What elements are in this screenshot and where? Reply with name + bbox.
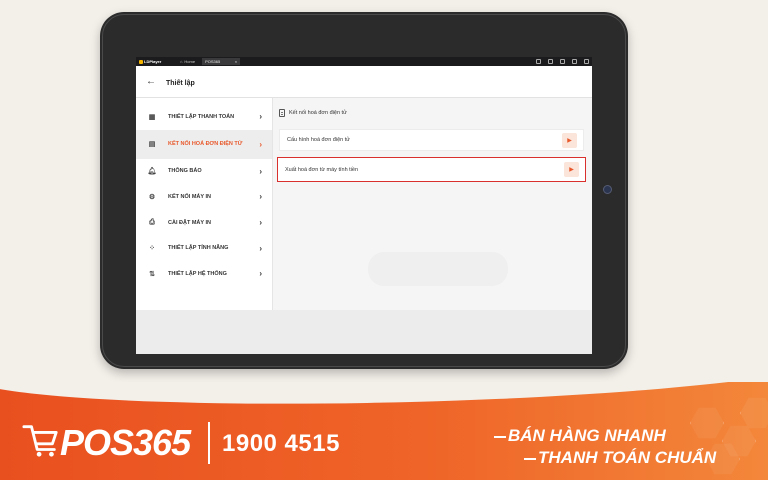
sidebar-item-printer-settings[interactable]: ⎙ CÀI ĐẶT MÁY IN › [136,210,272,236]
brand-logo: POS365 [60,422,191,463]
sidebar-item-printer-connect[interactable]: ⚙ KẾT NỐI MÁY IN › [136,184,272,210]
close-window-icon[interactable] [584,59,589,64]
grid-icon: ▦ [148,113,156,121]
window-icon[interactable] [548,59,553,64]
chevron-right-icon: › [259,192,262,202]
sidebar-item-label: KẾT NỐI HOÁ ĐƠN ĐIỆN TỬ [168,141,243,148]
row-label: Xuất hoá đơn từ máy tính tiền [285,166,359,173]
page-title: Thiết lập [166,80,195,87]
chevron-right-icon: › [259,218,262,228]
section-title: Kết nối hoá đơn điện tử [289,110,347,116]
sidebar-item-label: THIẾT LẬP HỆ THỐNG [168,270,227,277]
sidebar-item-label: CÀI ĐẶT MÁY IN [168,219,211,226]
export-invoice-row[interactable]: Xuất hoá đơn từ máy tính tiền ▶ [277,157,586,182]
bell-icon: 🔔︎ [147,168,157,176]
loading-placeholder [368,252,508,286]
document-icon [279,109,285,117]
sidebar-item-label: KẾT NỐI MÁY IN [168,193,211,200]
emulator-tab-label: POS365 [205,59,221,64]
document-icon: ▤ [148,141,156,149]
divider [208,422,210,464]
sidebar-item-notifications[interactable]: 🔔︎ THÔNG BÁO › [136,159,272,185]
hotline: 1900 4515 [222,430,340,457]
app-body: ▦ THIẾT LẬP THANH TOÁN › ▤ KẾT NỐI HOÁ Đ… [136,98,592,310]
home-icon: ⌂ [180,59,183,64]
arrow-left-icon[interactable]: ← [146,76,160,87]
chevron-right-icon: › [259,166,262,176]
close-icon[interactable]: × [235,59,237,64]
gear-icon: ⚙ [148,193,156,201]
promo-banner: POS365 1900 4515 BÁN HÀNG NHANH THANH TO… [0,382,768,480]
minimize-icon[interactable] [560,59,565,64]
emulator-tab-home[interactable]: ⌂ Home [177,58,198,65]
sidebar-item-label: THIẾT LẬP TÍNH NĂNG [168,245,229,252]
section-header: Kết nối hoá đơn điện tử [279,108,584,118]
sidebar-item-payment[interactable]: ▦ THIẾT LẬP THANH TOÁN › [136,104,272,130]
sliders-icon: ⇅ [149,270,155,278]
emulator-name: LDPlayer [144,59,162,64]
features-icon: ⁘ [149,245,155,253]
emulator-logo: LDPlayer [139,59,173,64]
menu-icon[interactable] [536,59,541,64]
settings-sidebar: ▦ THIẾT LẬP THANH TOÁN › ▤ KẾT NỐI HOÁ Đ… [136,98,273,310]
chevron-right-icon: › [259,139,262,149]
emulator-tab-label: Home [184,59,196,64]
slogan-line-2: THANH TOÁN CHUẨN [538,448,717,467]
app-screen: LDPlayer ⌂ Home POS365 × ← Thiết lập ▦ T… [136,57,592,354]
camera-icon [603,185,612,194]
slogan-line-1: BÁN HÀNG NHANH [508,426,666,445]
row-label: Cấu hình hoá đơn điện tử [287,137,350,143]
sidebar-item-features[interactable]: ⁘ THIẾT LẬP TÍNH NĂNG › [136,235,272,261]
screen-footer [136,310,592,354]
sidebar-item-label: THÔNG BÁO [168,168,202,175]
sidebar-item-label: THIẾT LẬP THANH TOÁN [168,113,235,120]
chevron-right-icon: › [259,112,262,122]
chevron-right-icon: › [259,269,262,279]
cart-icon [22,425,58,457]
play-icon[interactable]: ▶ [564,162,579,177]
sidebar-item-system[interactable]: ⇅ THIẾT LẬP HỆ THỐNG › [136,261,272,287]
chevron-right-icon: › [259,243,262,253]
printer-icon: ⎙ [149,218,155,226]
emulator-tab-pos365[interactable]: POS365 × [202,58,241,65]
maximize-icon[interactable] [572,59,577,64]
play-icon[interactable]: ▶ [562,132,577,148]
ldplayer-icon [139,59,143,64]
app-header: ← Thiết lập [136,66,592,98]
settings-content: Kết nối hoá đơn điện tử Cấu hình hoá đơn… [273,98,592,310]
sidebar-item-e-invoice[interactable]: ▤ KẾT NỐI HOÁ ĐƠN ĐIỆN TỬ › [136,129,272,159]
e-invoice-config-row[interactable]: Cấu hình hoá đơn điện tử ▶ [279,129,584,151]
emulator-bar: LDPlayer ⌂ Home POS365 × [136,57,592,66]
